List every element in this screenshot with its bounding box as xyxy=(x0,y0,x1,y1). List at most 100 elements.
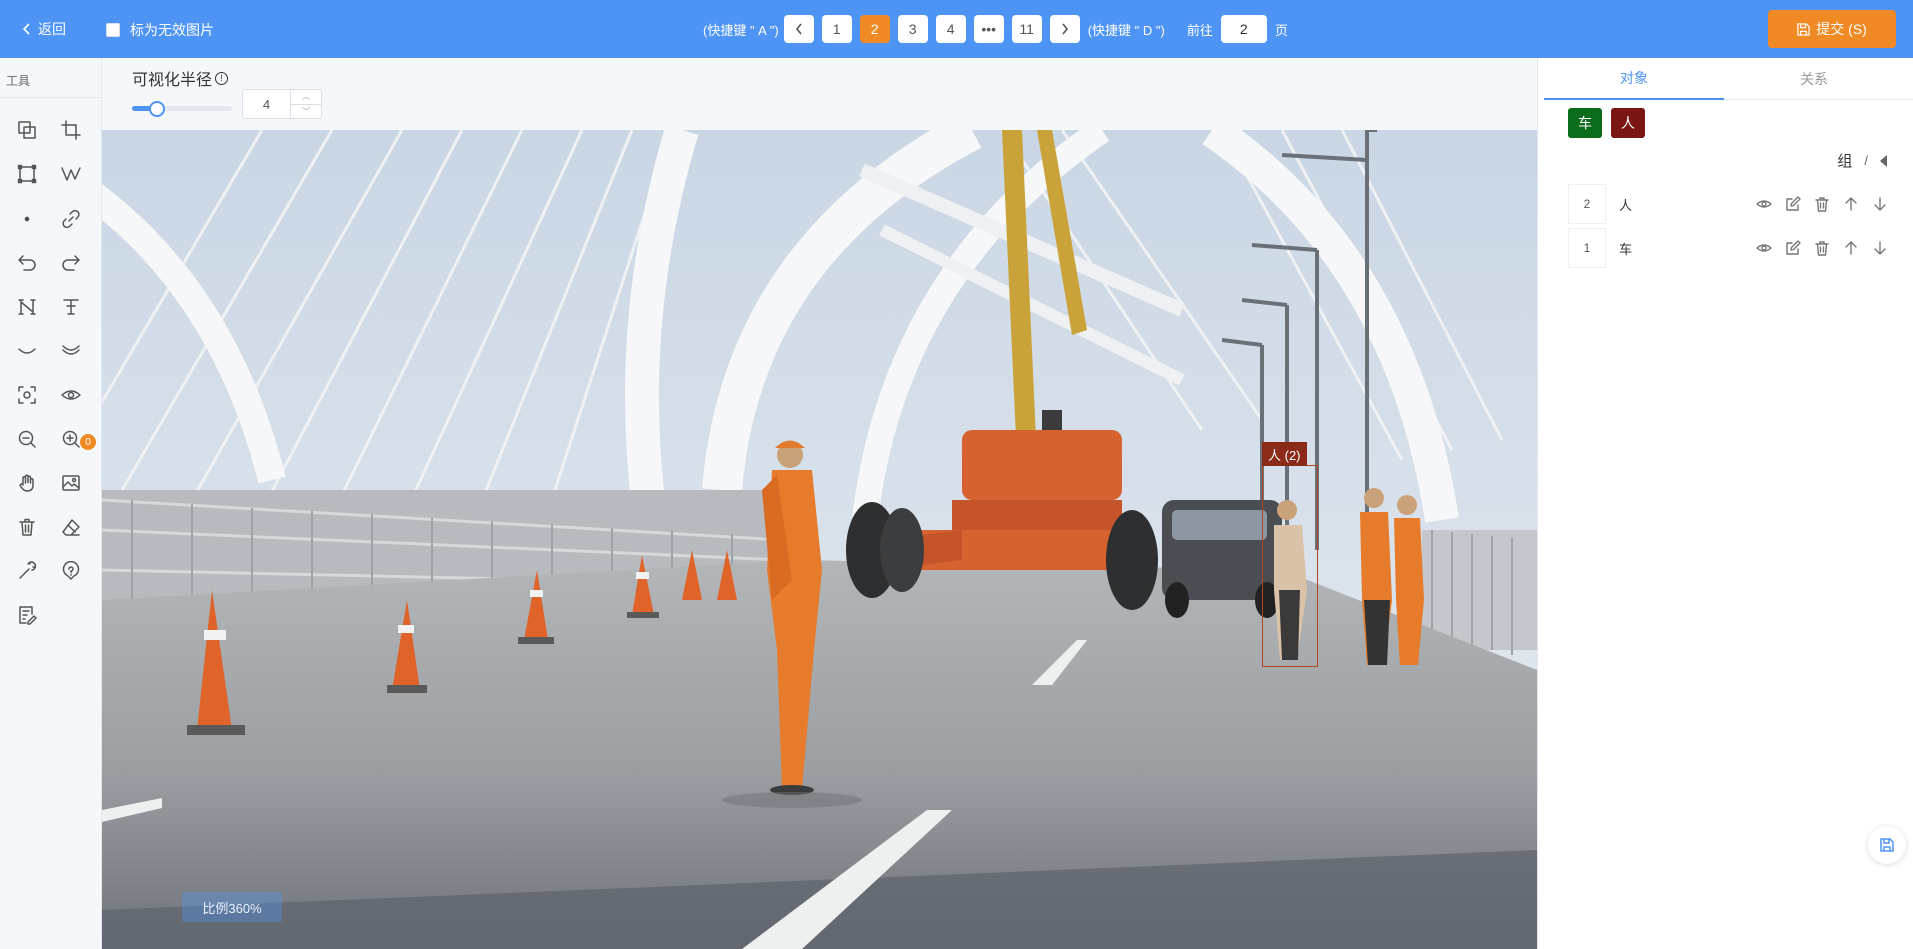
submit-button[interactable]: 提交 (S) xyxy=(1768,10,1896,48)
floating-save-button[interactable] xyxy=(1868,826,1906,864)
tools-sidebar: 工具 0 xyxy=(0,58,102,949)
caret-left-icon[interactable] xyxy=(1880,154,1887,167)
notes-tool[interactable] xyxy=(13,601,41,629)
radius-label: 可视化半径 ! xyxy=(132,66,229,90)
tab-objects[interactable]: 对象 xyxy=(1544,58,1724,100)
page-button-3[interactable]: 3 xyxy=(897,15,928,43)
polyline-icon xyxy=(61,167,81,181)
radius-number-input[interactable]: 4 ︿ ﹀ xyxy=(242,89,322,119)
person-bounding-box[interactable]: 人 (2) xyxy=(1262,442,1318,667)
page-more-button[interactable]: ••• xyxy=(973,15,1004,43)
back-button[interactable]: 返回 xyxy=(22,19,66,39)
object-index: 2 xyxy=(1568,184,1606,224)
top-bar: 返回 标为无效图片 (快捷键 " A ") 1 2 3 4 ••• 11 (快捷… xyxy=(0,0,1913,58)
hand-icon xyxy=(19,474,34,492)
undo-tool[interactable] xyxy=(13,249,41,277)
edit-icon[interactable] xyxy=(1785,196,1801,212)
tab-relations[interactable]: 关系 xyxy=(1724,58,1904,100)
checkbox-box[interactable] xyxy=(106,23,120,37)
submit-label: 提交 (S) xyxy=(1816,21,1867,37)
image-tool[interactable] xyxy=(57,469,85,497)
zoom-out-icon xyxy=(18,430,36,448)
link-icon xyxy=(62,209,80,229)
pan-tool[interactable] xyxy=(13,469,41,497)
radius-slider-handle[interactable] xyxy=(149,101,165,117)
link-tool[interactable] xyxy=(57,205,85,233)
zoom-in-tool[interactable] xyxy=(57,425,85,453)
list-item[interactable]: 2 人 xyxy=(1568,182,1888,226)
trash-icon xyxy=(19,518,35,536)
group-label: 组 xyxy=(1837,153,1853,170)
arrow-up-icon[interactable] xyxy=(1843,240,1859,256)
tabs-divider xyxy=(1724,99,1913,100)
goto-prefix: 前往 xyxy=(1186,22,1213,38)
skeleton-tool[interactable] xyxy=(13,293,41,321)
trash-icon[interactable] xyxy=(1814,196,1830,212)
group-toggle[interactable]: 组 / xyxy=(1837,150,1887,171)
page-button-1[interactable]: 1 xyxy=(821,15,852,43)
crop-tool[interactable] xyxy=(57,116,85,144)
smart-tool[interactable] xyxy=(13,557,41,585)
radius-value[interactable]: 4 xyxy=(243,90,290,118)
trash-icon[interactable] xyxy=(1814,240,1830,256)
save-icon xyxy=(1797,22,1810,36)
magic-wand-icon xyxy=(19,561,37,579)
eye-icon[interactable] xyxy=(1756,240,1772,256)
help-icon xyxy=(62,561,80,580)
page-button-4[interactable]: 4 xyxy=(935,15,966,43)
multi-curve-tool[interactable] xyxy=(57,337,85,365)
delete-tool[interactable] xyxy=(13,513,41,541)
info-icon[interactable]: ! xyxy=(215,71,229,85)
goto-suffix: 页 xyxy=(1274,22,1288,38)
focus-icon xyxy=(18,386,36,404)
list-item[interactable]: 1 车 xyxy=(1568,226,1888,270)
skeleton-icon xyxy=(18,299,36,315)
redo-tool[interactable] xyxy=(57,249,85,277)
arrow-down-icon[interactable] xyxy=(1872,240,1888,256)
decrement-button[interactable]: ﹀ xyxy=(291,105,321,119)
arrow-up-icon[interactable] xyxy=(1843,196,1859,212)
focus-tool[interactable] xyxy=(13,381,41,409)
bridge-scene-image xyxy=(102,130,1537,949)
page-button-11[interactable]: 11 xyxy=(1011,15,1042,43)
bbox-label: 人 (2) xyxy=(1262,442,1307,466)
undo-icon xyxy=(18,255,36,271)
curve-icon xyxy=(18,348,36,354)
goto-page-input[interactable]: 2 xyxy=(1220,15,1267,43)
rectangle-icon xyxy=(17,164,37,184)
text-tool[interactable] xyxy=(57,293,85,321)
redo-icon xyxy=(62,255,80,271)
point-tool[interactable] xyxy=(13,205,41,233)
image-icon xyxy=(62,475,80,491)
curve-tool[interactable] xyxy=(13,337,41,365)
crop-icon xyxy=(61,120,81,140)
chevron-left-icon xyxy=(795,23,802,35)
arrow-down-icon[interactable] xyxy=(1872,196,1888,212)
tag-person[interactable]: 人 xyxy=(1611,108,1645,138)
next-page-button[interactable] xyxy=(1049,15,1080,43)
help-tool[interactable] xyxy=(57,557,85,585)
radius-stepper: ︿ ﹀ xyxy=(290,90,321,118)
visibility-tool[interactable] xyxy=(57,381,85,409)
object-name: 人 xyxy=(1619,197,1633,213)
copy-box-tool[interactable] xyxy=(13,116,41,144)
eraser-tool[interactable] xyxy=(57,513,85,541)
radius-slider[interactable] xyxy=(132,101,232,117)
mark-invalid-checkbox[interactable]: 标为无效图片 xyxy=(106,20,214,40)
annotation-canvas[interactable]: 人 (2) 比例360% xyxy=(102,130,1537,949)
zoom-out-tool[interactable] xyxy=(13,425,41,453)
eye-icon xyxy=(61,390,81,400)
point-icon xyxy=(24,216,30,222)
eye-icon[interactable] xyxy=(1756,196,1772,212)
object-name: 车 xyxy=(1619,241,1633,257)
edit-icon[interactable] xyxy=(1785,240,1801,256)
increment-button[interactable]: ︿ xyxy=(291,90,321,105)
zoom-in-icon xyxy=(62,430,80,448)
goto-page: 前往 2 页 xyxy=(1187,15,1288,43)
prev-page-button[interactable] xyxy=(783,15,814,43)
object-actions xyxy=(1756,196,1888,212)
polyline-tool[interactable] xyxy=(57,160,85,188)
page-button-2[interactable]: 2 xyxy=(859,15,890,43)
tag-car[interactable]: 车 xyxy=(1568,108,1602,138)
rectangle-tool[interactable] xyxy=(13,160,41,188)
